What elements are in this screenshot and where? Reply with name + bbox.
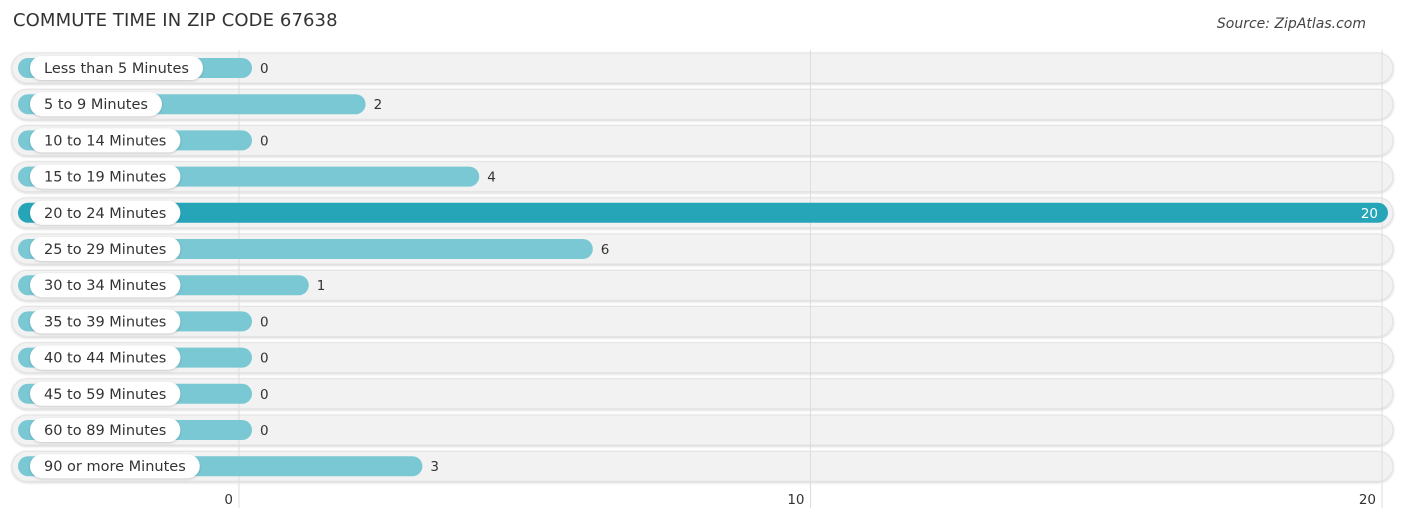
value-label: 0 (260, 61, 269, 77)
bar-row: 30 to 34 Minutes 1 (18, 273, 326, 298)
category-label: 20 to 24 Minutes (44, 206, 166, 222)
value-label: 20 (1361, 206, 1378, 222)
x-tick-label: 0 (224, 492, 233, 508)
category-label: 25 to 29 Minutes (44, 242, 166, 258)
value-label: 6 (601, 242, 610, 258)
category-label: 10 to 14 Minutes (44, 133, 166, 149)
category-label: 90 or more Minutes (44, 459, 186, 475)
value-label: 4 (487, 170, 496, 186)
value-label: 1 (317, 278, 326, 294)
bar (18, 202, 1388, 223)
bar-row: 10 to 14 Minutes 0 (18, 128, 269, 153)
bar-row: 15 to 19 Minutes 4 (18, 164, 496, 189)
x-tick-label: 20 (1359, 492, 1376, 508)
category-label: Less than 5 Minutes (44, 61, 189, 77)
category-label: 60 to 89 Minutes (44, 423, 166, 439)
bar-chart: Less than 5 Minutes 0 5 to 9 Minutes 2 10 to… (11, 50, 1394, 508)
category-label: 30 to 34 Minutes (44, 278, 166, 294)
x-tick-label: 10 (787, 492, 804, 508)
bar-row: 40 to 44 Minutes 0 (18, 345, 269, 370)
value-label: 0 (260, 351, 269, 367)
bar-row: Less than 5 Minutes 0 (18, 56, 269, 80)
value-label: 0 (260, 314, 269, 330)
value-label: 0 (260, 387, 269, 403)
bar-row: 90 or more Minutes 3 (18, 454, 439, 479)
bar-row: 20 to 24 Minutes 20 (18, 200, 1388, 225)
category-label: 35 to 39 Minutes (44, 314, 166, 330)
category-label: 15 to 19 Minutes (44, 170, 166, 186)
bar-row: 45 to 59 Minutes 0 (18, 381, 269, 406)
value-label: 0 (260, 133, 269, 149)
category-label: 45 to 59 Minutes (44, 387, 166, 403)
value-label: 0 (260, 423, 269, 439)
category-label: 5 to 9 Minutes (44, 97, 148, 113)
value-label: 3 (430, 459, 439, 475)
bar-row: 25 to 29 Minutes 6 (18, 237, 609, 261)
bar-row: 60 to 89 Minutes 0 (18, 418, 269, 442)
bar-row: 5 to 9 Minutes 2 (18, 92, 383, 117)
value-label: 2 (374, 97, 383, 113)
bar-row: 35 to 39 Minutes 0 (18, 309, 269, 334)
category-label: 40 to 44 Minutes (44, 351, 166, 367)
